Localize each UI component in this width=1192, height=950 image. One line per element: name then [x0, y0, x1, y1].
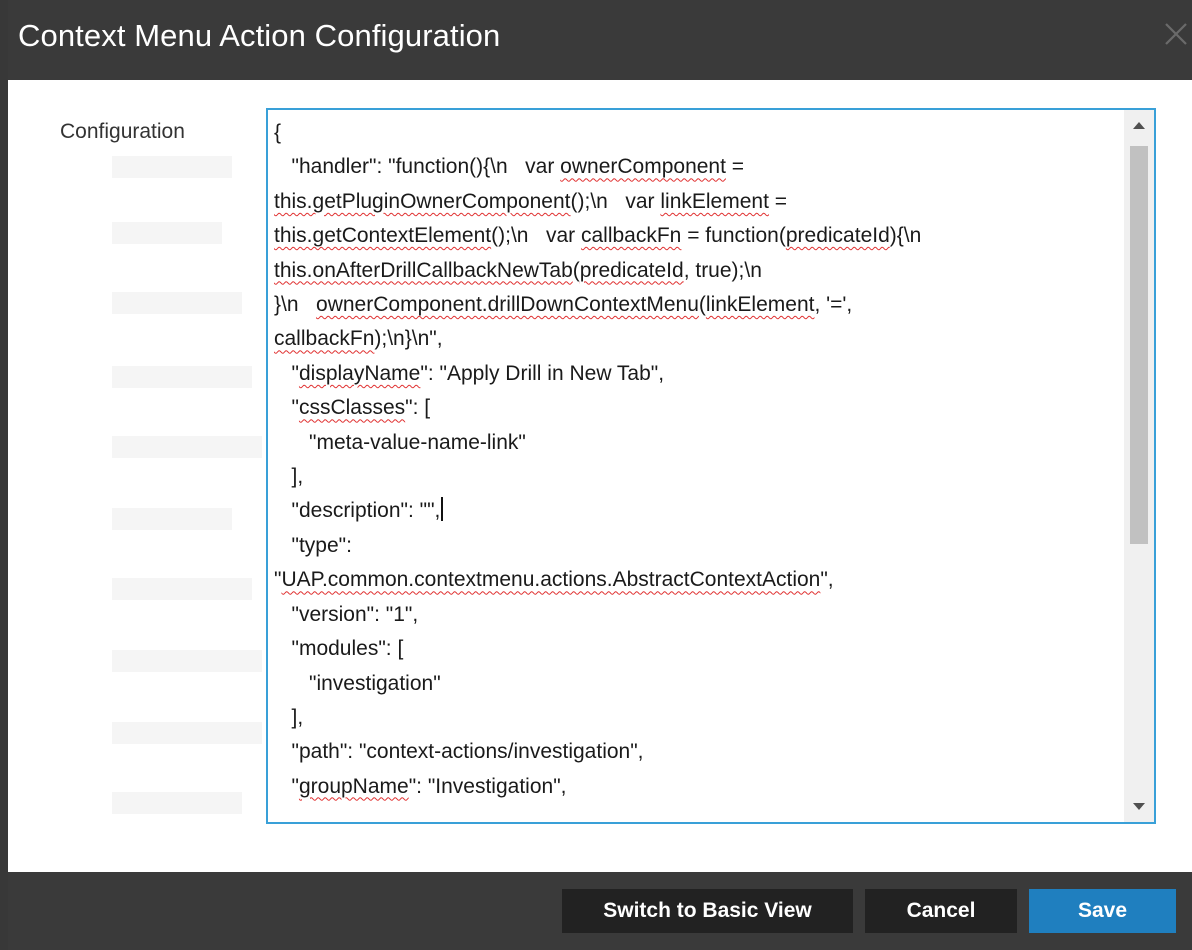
- code-line: "type":: [274, 533, 352, 557]
- scroll-up-button[interactable]: [1124, 110, 1154, 140]
- close-icon: [1165, 23, 1187, 45]
- code-line: "path": "context-actions/investigation",: [274, 740, 644, 764]
- dialog-body: Configuration { "handler": "function(){\…: [16, 80, 1192, 872]
- dialog-footer: Switch to Basic View Cancel Save: [8, 872, 1192, 950]
- code-line: "cssClasses": [: [274, 396, 431, 420]
- code-line: "displayName": "Apply Drill in New Tab",: [274, 361, 665, 385]
- configuration-editor[interactable]: { "handler": "function(){\n var ownerCom…: [266, 108, 1156, 824]
- code-line: "UAP.common.contextmenu.actions.Abstract…: [274, 568, 834, 592]
- configuration-label: Configuration: [60, 120, 185, 143]
- code-line: this.onAfterDrillCallbackNewTab(predicat…: [274, 258, 762, 282]
- code-line: "groupName": "Investigation",: [274, 774, 567, 798]
- triangle-down-icon: [1133, 803, 1145, 810]
- code-line: callbackFn);\n}\n",: [274, 327, 443, 351]
- scroll-thumb[interactable]: [1130, 146, 1148, 544]
- triangle-up-icon: [1133, 122, 1145, 129]
- dialog-titlebar: Context Menu Action Configuration: [8, 0, 1192, 80]
- code-line: }\n ownerComponent.drillDownContextMenu(…: [274, 293, 853, 317]
- save-button[interactable]: Save: [1029, 889, 1176, 933]
- code-line: "meta-value-name-link": [274, 430, 526, 454]
- editor-scrollbar[interactable]: [1124, 110, 1154, 822]
- background-form-ghost: [26, 116, 276, 836]
- context-menu-action-dialog: Context Menu Action Configuration Config…: [0, 0, 1192, 950]
- code-line: "handler": "function(){\n var ownerCompo…: [274, 155, 745, 179]
- code-line: {: [274, 121, 282, 144]
- code-line: this.getContextElement();\n var callback…: [274, 224, 922, 248]
- code-line: ],: [274, 465, 304, 489]
- cancel-button[interactable]: Cancel: [865, 889, 1017, 933]
- code-content[interactable]: { "handler": "function(){\n var ownerCom…: [274, 116, 1120, 804]
- close-button[interactable]: [1158, 14, 1192, 54]
- code-line: ],: [274, 705, 304, 729]
- switch-to-basic-view-button[interactable]: Switch to Basic View: [562, 889, 853, 933]
- scroll-down-button[interactable]: [1124, 792, 1154, 822]
- code-line: "investigation": [274, 671, 441, 695]
- dialog-title: Context Menu Action Configuration: [18, 18, 501, 53]
- code-line: "description": "",: [274, 497, 443, 523]
- text-cursor: [441, 497, 443, 522]
- code-line-text: "description": "",: [274, 499, 441, 523]
- code-line: "version": "1",: [274, 602, 419, 626]
- code-line: this.getPluginOwnerComponent();\n var li…: [274, 189, 788, 213]
- code-line: "modules": [: [274, 637, 404, 661]
